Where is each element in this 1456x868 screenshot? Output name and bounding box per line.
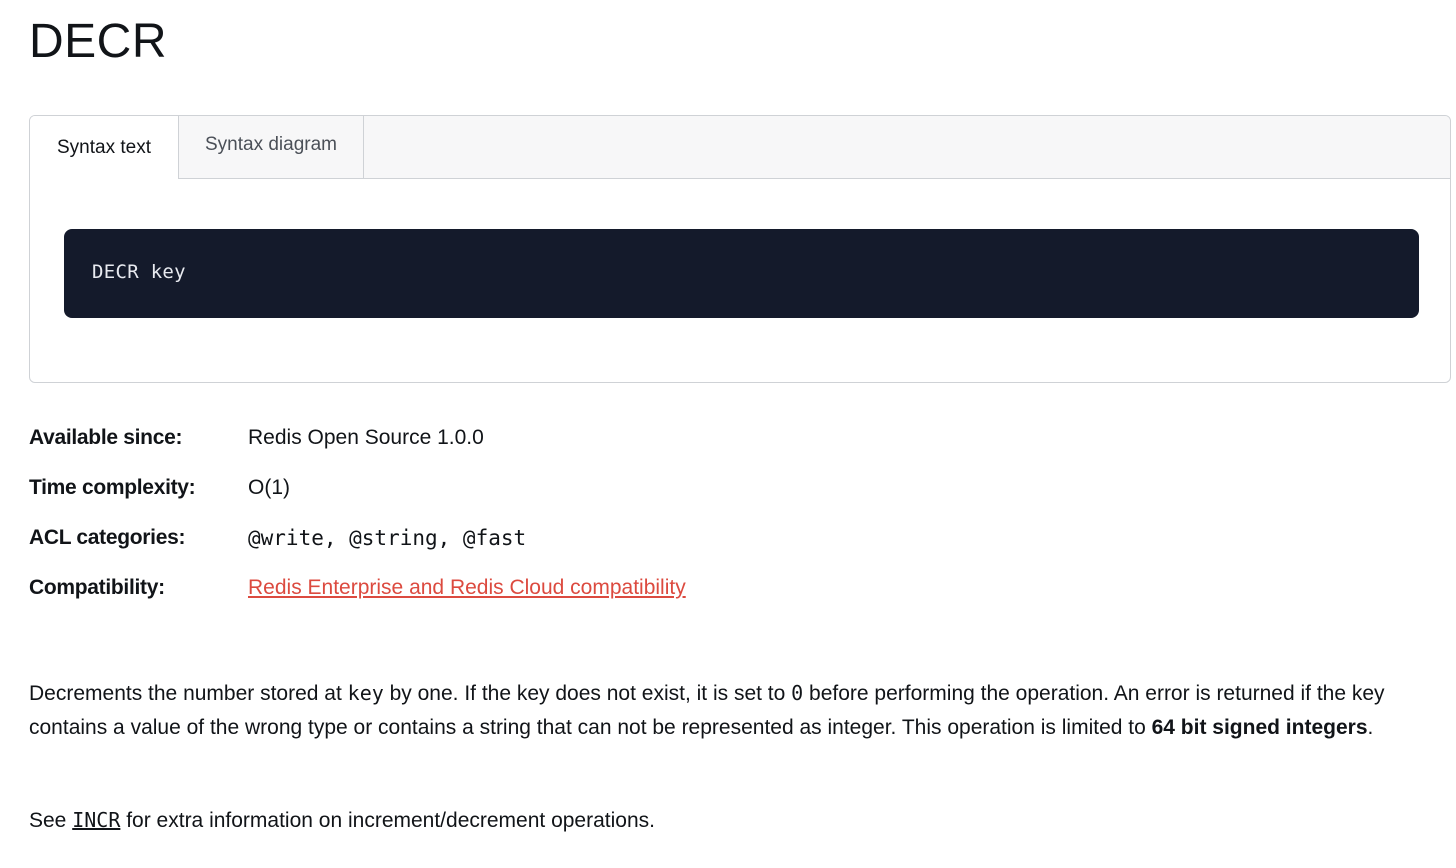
description-code-key: key <box>347 681 384 705</box>
see-also-prefix: See <box>29 809 73 832</box>
command-description: Decrements the number stored at key by o… <box>29 676 1429 745</box>
meta-row-compatibility: Compatibility: Redis Enterprise and Redi… <box>29 574 1129 624</box>
compatibility-link[interactable]: Redis Enterprise and Redis Cloud compati… <box>248 576 686 599</box>
tab-strip: Syntax text Syntax diagram <box>30 116 1450 179</box>
syntax-code: DECR key <box>92 261 186 283</box>
available-since-value: Redis Open Source 1.0.0 <box>248 426 484 449</box>
see-also: See INCR for extra information on increm… <box>29 803 655 838</box>
time-complexity-value: O(1) <box>248 476 290 499</box>
time-complexity-label: Time complexity: <box>29 476 196 499</box>
available-since-label: Available since: <box>29 426 183 449</box>
page-title: DECR <box>29 15 168 68</box>
description-code-zero: 0 <box>791 681 804 705</box>
see-also-suffix: for extra information on increment/decre… <box>120 809 655 832</box>
meta-row-available-since: Available since: Redis Open Source 1.0.0 <box>29 424 1129 474</box>
description-text-4: . <box>1367 716 1374 739</box>
compatibility-value: Redis Enterprise and Redis Cloud compati… <box>248 576 686 600</box>
acl-categories-value: @write, @string, @fast <box>248 526 527 550</box>
acl-categories-label: ACL categories: <box>29 526 186 549</box>
meta-row-acl-categories: ACL categories: @write, @string, @fast <box>29 524 1129 574</box>
compatibility-label: Compatibility: <box>29 576 165 599</box>
syntax-code-block: DECR key <box>64 229 1419 318</box>
incr-link[interactable]: INCR <box>72 808 120 832</box>
description-bold: 64 bit signed integers <box>1151 716 1368 739</box>
description-text-1: Decrements the number stored at <box>29 682 348 705</box>
description-text-2: by one. If the key does not exist, it is… <box>383 682 792 705</box>
tab-syntax-text[interactable]: Syntax text <box>30 116 179 179</box>
meta-row-time-complexity: Time complexity: O(1) <box>29 474 1129 524</box>
tab-syntax-diagram[interactable]: Syntax diagram <box>179 116 364 178</box>
syntax-tabs-panel: Syntax text Syntax diagram DECR key <box>29 115 1451 383</box>
command-metadata: Available since: Redis Open Source 1.0.0… <box>29 424 1129 624</box>
